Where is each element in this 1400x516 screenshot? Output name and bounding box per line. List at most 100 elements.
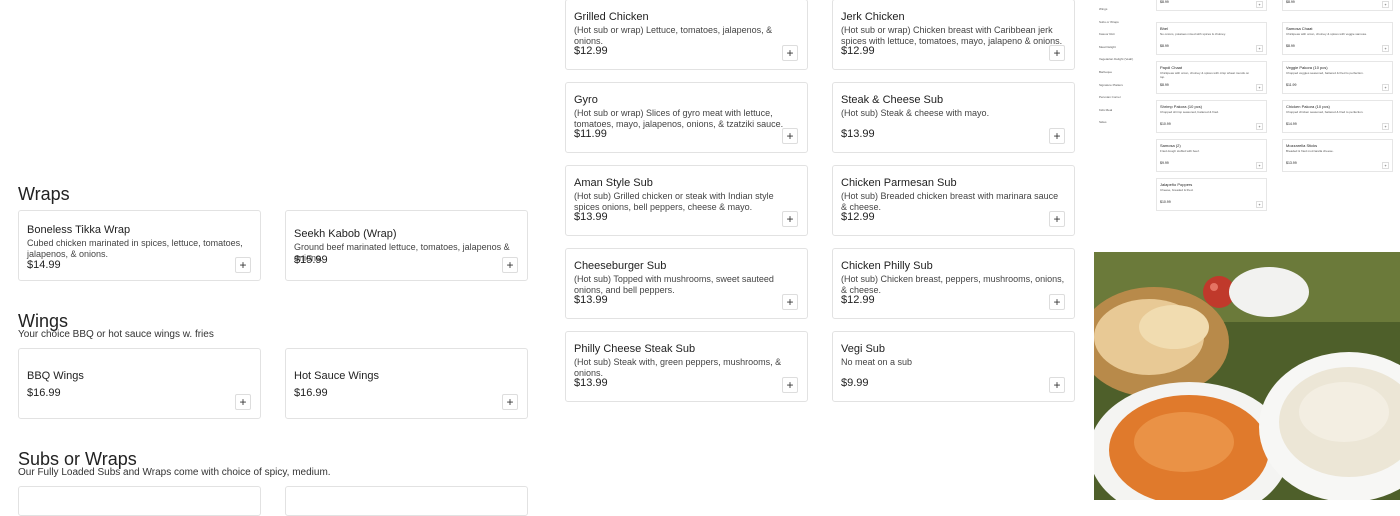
- menu-item-desc: No meat on a sub: [841, 357, 913, 367]
- menu-item-name: Philly Cheese Steak Sub: [574, 343, 696, 355]
- menu-item-price: $12.99: [841, 45, 875, 57]
- preview-item-name: Shrimp Pakora (10 pcs): [1160, 104, 1203, 109]
- menu-item-price: $11.99: [574, 128, 607, 140]
- plus-icon: +: [1053, 212, 1061, 226]
- wings-section-subtitle: Your choice BBQ or hot sauce wings w. fr…: [18, 329, 214, 340]
- menu-item-name: Steak & Cheese Sub: [841, 94, 944, 106]
- wraps-section-title: Wraps: [18, 184, 70, 204]
- menu-item-name: Aman Style Sub: [574, 177, 653, 189]
- plus-icon: +: [786, 46, 794, 60]
- menu-card-gyro[interactable]: Gyro (Hot sub or wrap) Slices of gyro me…: [565, 82, 808, 153]
- add-to-cart-button[interactable]: +: [782, 211, 798, 227]
- menu-card-grilled-chicken[interactable]: Grilled Chicken (Hot sub or wrap) Lettuc…: [565, 0, 808, 70]
- menu-item-desc: (Hot sub) Steak & cheese with mayo.: [841, 108, 990, 118]
- add-to-cart-button[interactable]: +: [502, 394, 518, 410]
- plus-icon: +: [786, 295, 794, 309]
- plus-icon: +: [1053, 46, 1061, 60]
- menu-card-boneless-tikka-wrap[interactable]: Boneless Tikka Wrap Cubed chicken marina…: [18, 210, 261, 281]
- preview-item-name: Papdi Chaat: [1160, 65, 1183, 70]
- add-to-cart-button[interactable]: +: [782, 45, 798, 61]
- menu-card-seekh-kabob-wrap[interactable]: Seekh Kabob (Wrap) Ground beef marinated…: [285, 210, 528, 281]
- menu-item-desc: Ground beef marinated lettuce, tomatoes,…: [294, 242, 510, 263]
- plus-icon: +: [1053, 129, 1061, 143]
- menu-card-chicken-parmesan-sub[interactable]: Chicken Parmesan Sub (Hot sub) Breaded c…: [832, 165, 1075, 236]
- preview-item-name: Samosa (2): [1160, 143, 1181, 148]
- add-to-cart-button[interactable]: +: [1049, 45, 1065, 61]
- preview-menu-card: Samosa (2) Fried dough stuffed with beef…: [1156, 139, 1267, 172]
- menu-item-desc: Cubed chicken marinated in spices, lettu…: [27, 238, 243, 259]
- preview-sidebar-item: Barbeque: [1099, 70, 1113, 74]
- menu-item-name: Cheeseburger Sub: [574, 260, 667, 272]
- preview-item-desc: No onions, potatoes mixed with spices & …: [1160, 32, 1226, 36]
- add-to-cart-button[interactable]: +: [502, 257, 518, 273]
- preview-add-button: +: [1256, 1, 1263, 8]
- menu-item-name: BBQ Wings: [27, 370, 84, 382]
- preview-menu-card: Samosa Chaat Chickpeas with onion, chutn…: [1282, 22, 1393, 55]
- menu-card-philly-cheese-steak-sub[interactable]: Philly Cheese Steak Sub (Hot sub) Steak …: [565, 331, 808, 402]
- menu-item-name: Jerk Chicken: [841, 11, 905, 23]
- preview-item-name: Chicken Pakora (10 pcs): [1286, 104, 1330, 109]
- menu-item-desc: (Hot sub) Topped with mushrooms, sweet s…: [574, 274, 774, 295]
- preview-menu-card: Mozzarella Sticks Breaded & fried mozzar…: [1282, 139, 1393, 172]
- menu-card-hot-sauce-wings[interactable]: Hot Sauce Wings $16.99 +: [285, 348, 528, 419]
- menu-card-partial[interactable]: [18, 486, 261, 516]
- add-to-cart-button[interactable]: +: [1049, 294, 1065, 310]
- preview-add-button: +: [1382, 162, 1389, 169]
- preview-sidebar-item: Peruvian Corner: [1099, 95, 1121, 100]
- menu-card-partial[interactable]: [285, 486, 528, 516]
- preview-item-name: Veggie Pakora (10 pcs): [1286, 65, 1328, 70]
- menu-card-bbq-wings[interactable]: BBQ Wings $16.99 +: [18, 348, 261, 419]
- menu-card-jerk-chicken[interactable]: Jerk Chicken (Hot sub or wrap) Chicken b…: [832, 0, 1075, 70]
- menu-item-price: $9.99: [841, 377, 869, 389]
- menu-item-desc: (Hot sub) Chicken breast, peppers, mushr…: [841, 274, 1065, 295]
- preview-sidebar-item: Kasoor Roti: [1099, 32, 1115, 37]
- menu-card-cheeseburger-sub[interactable]: Cheeseburger Sub (Hot sub) Topped with m…: [565, 248, 808, 319]
- preview-sidebar-item: Subs or Wraps: [1099, 19, 1119, 24]
- menu-item-price: $12.99: [574, 45, 608, 57]
- preview-add-button: +: [1256, 162, 1263, 169]
- preview-item-desc: Fried dough stuffed with beef.: [1160, 149, 1200, 153]
- menu-card-aman-style-sub[interactable]: Aman Style Sub (Hot sub) Grilled chicken…: [565, 165, 808, 236]
- menu-item-price: $13.99: [574, 211, 608, 223]
- preview-add-button: +: [1382, 84, 1389, 91]
- preview-menu-card: $8.99 +: [1156, 0, 1267, 11]
- preview-item-name: Jalapeño Poppers: [1160, 182, 1193, 187]
- add-to-cart-button[interactable]: +: [782, 377, 798, 393]
- menu-item-desc: (Hot sub or wrap) Slices of gyro meat wi…: [574, 108, 784, 129]
- menu-item-desc: (Hot sub) Steak with, green peppers, mus…: [574, 357, 782, 378]
- menu-item-price: $13.99: [841, 128, 875, 140]
- preview-sidebar-item: Signature Platters: [1099, 82, 1123, 87]
- menu-card-steak-cheese-sub[interactable]: Steak & Cheese Sub (Hot sub) Steak & che…: [832, 82, 1075, 153]
- menu-card-vegi-sub[interactable]: Vegi Sub No meat on a sub $9.99 +: [832, 331, 1075, 402]
- add-to-cart-button[interactable]: +: [235, 257, 251, 273]
- add-to-cart-button[interactable]: +: [1049, 211, 1065, 227]
- preview-item-price: $11.99: [1286, 83, 1297, 87]
- menu-item-desc: (Hot sub or wrap) Chicken breast with Ca…: [841, 25, 1063, 46]
- preview-item-price: $8.99: [1286, 44, 1295, 48]
- preview-item-price: $9.99: [1160, 161, 1169, 165]
- add-to-cart-button[interactable]: +: [782, 128, 798, 144]
- preview-item-price: $13.99: [1286, 161, 1297, 165]
- preview-add-button: +: [1382, 45, 1389, 52]
- preview-menu-card: Bhel No onions, potatoes mixed with spic…: [1156, 22, 1267, 55]
- preview-add-button: +: [1256, 84, 1263, 91]
- add-to-cart-button[interactable]: +: [235, 394, 251, 410]
- preview-item-price: $8.99: [1160, 0, 1169, 4]
- add-to-cart-button[interactable]: +: [782, 294, 798, 310]
- menu-item-name: Seekh Kabob (Wrap): [294, 228, 397, 240]
- food-photo-image: [1094, 252, 1400, 500]
- food-photo: [1094, 252, 1400, 500]
- preview-item-price: $14.99: [1286, 122, 1297, 126]
- preview-add-button: +: [1382, 123, 1389, 130]
- add-to-cart-button[interactable]: +: [1049, 128, 1065, 144]
- menu-item-name: Grilled Chicken: [574, 11, 649, 23]
- preview-menu-card: $8.99 +: [1282, 0, 1393, 11]
- preview-sidebar: Wings Subs or Wraps Kasoor Roti Meat Deligh…: [1094, 0, 1148, 125]
- menu-card-chicken-philly-sub[interactable]: Chicken Philly Sub (Hot sub) Chicken bre…: [832, 248, 1075, 319]
- plus-icon: +: [1053, 295, 1061, 309]
- menu-item-price: $12.99: [841, 294, 875, 306]
- add-to-cart-button[interactable]: +: [1049, 377, 1065, 393]
- preview-add-button: +: [1256, 45, 1263, 52]
- menu-item-price: $12.99: [841, 211, 875, 223]
- preview-menu-card: Shrimp Pakora (10 pcs) Chopped shrimp se…: [1156, 100, 1267, 133]
